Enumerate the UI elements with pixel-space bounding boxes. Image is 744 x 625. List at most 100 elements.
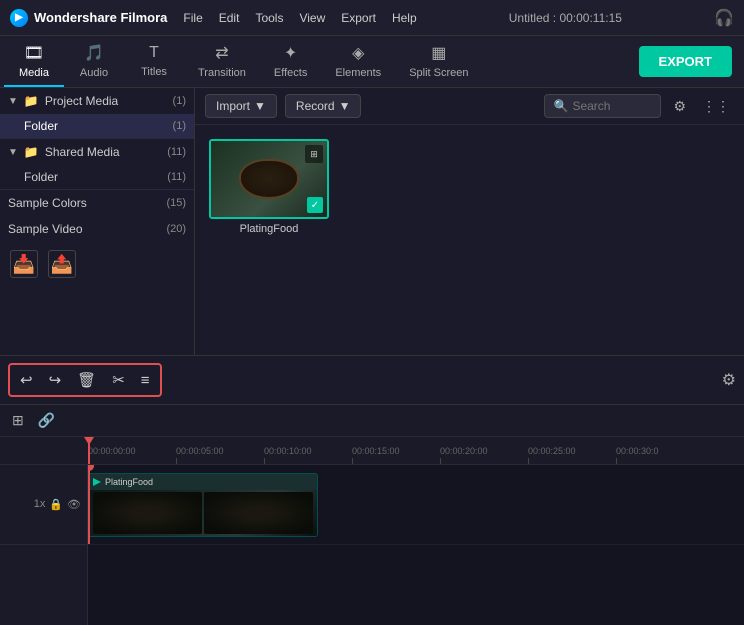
nav-tabs: 🎞 Media 🎵 Audio T Titles ⇄ Transition ✦ …: [0, 36, 744, 88]
main-content: ▼ 📁 Project Media (1) Folder (1) ▼ 📁 Sha…: [0, 88, 744, 355]
sample-colors-count: (15): [166, 197, 186, 209]
menu-tools[interactable]: Tools: [255, 11, 283, 25]
sample-video-label: Sample Video: [8, 222, 83, 236]
media-item-name: PlatingFood: [240, 223, 299, 235]
sidebar-item-sample-colors[interactable]: Sample Colors (15): [0, 190, 194, 216]
tab-media-label: Media: [19, 67, 49, 79]
playhead-indicator: [84, 437, 94, 445]
sidebar: ▼ 📁 Project Media (1) Folder (1) ▼ 📁 Sha…: [0, 88, 195, 355]
app-name: Wondershare Filmora: [34, 10, 167, 25]
app-logo-icon: ▶: [10, 9, 28, 27]
elements-icon: ◈: [352, 43, 364, 63]
menu-export[interactable]: Export: [341, 11, 376, 25]
grid-view-icon[interactable]: ⋮⋮: [698, 96, 734, 117]
tab-transition-label: Transition: [198, 67, 246, 79]
folder-icon-2: 📁: [24, 145, 39, 159]
ruler-label-2: 00:00:10:00: [264, 446, 312, 458]
record-label: Record: [296, 99, 335, 113]
track-icons: 1x 🔒 👁: [34, 498, 81, 511]
project-media-header-left: ▼ 📁 Project Media: [8, 94, 118, 108]
track-speed-label: 1x: [34, 498, 46, 511]
shared-media-header[interactable]: ▼ 📁 Shared Media (11): [0, 139, 194, 165]
headphone-icon[interactable]: 🎧: [714, 8, 734, 28]
shared-folder-label: Folder: [24, 170, 58, 184]
clip-play-icon: [93, 478, 101, 486]
tab-transition[interactable]: ⇄ Transition: [184, 37, 260, 87]
tab-titles[interactable]: T Titles: [124, 38, 184, 86]
tab-audio[interactable]: 🎵 Audio: [64, 37, 124, 87]
shared-media-count: (11): [167, 146, 186, 158]
import-folder-button[interactable]: 📥: [10, 250, 38, 278]
import-button[interactable]: Import ▼: [205, 94, 277, 118]
ruler-label-1: 00:00:05:00: [176, 446, 224, 458]
ruler-mark-2: 00:00:10:00: [264, 446, 352, 464]
search-box[interactable]: 🔍: [544, 94, 661, 118]
ruler-label-3: 00:00:15:00: [352, 446, 400, 458]
tab-effects-label: Effects: [274, 67, 307, 79]
project-media-label: Project Media: [45, 94, 118, 108]
ruler-label-4: 00:00:20:00: [440, 446, 488, 458]
toolbar-right: ⚙: [722, 370, 736, 390]
timeline-track-area: 1x 🔒 👁 PlatingFood: [0, 465, 744, 625]
record-chevron-icon: ▼: [339, 99, 351, 113]
record-button[interactable]: Record ▼: [285, 94, 362, 118]
project-media-header[interactable]: ▼ 📁 Project Media (1): [0, 88, 194, 114]
clip-header: PlatingFood: [89, 474, 317, 490]
tab-split-screen-label: Split Screen: [409, 67, 468, 79]
tracks: PlatingFood: [88, 465, 744, 625]
transition-icon: ⇄: [215, 43, 228, 63]
import-chevron-icon: ▼: [254, 99, 266, 113]
timeline-ruler: 00:00:00:00 00:00:05:00 00:00:10:00 00:0…: [0, 437, 744, 465]
menu-file[interactable]: File: [183, 11, 202, 25]
timeline-header: ⊞ 🔗: [0, 405, 744, 437]
ruler-mark-6: 00:00:30:0: [616, 446, 704, 464]
sidebar-item-sample-video[interactable]: Sample Video (20): [0, 216, 194, 242]
undo-button[interactable]: ↩: [16, 367, 37, 393]
track-row-video: PlatingFood: [88, 465, 744, 545]
cut-button[interactable]: ✂: [108, 367, 129, 393]
ruler-tick-1: [176, 458, 177, 464]
ruler-mark-5: 00:00:25:00: [528, 446, 616, 464]
video-clip-platingfood[interactable]: PlatingFood: [88, 473, 318, 537]
ruler-mark-0: 00:00:00:00: [88, 446, 176, 464]
sidebar-item-project-folder[interactable]: Folder (1): [0, 114, 194, 138]
clip-thumb-dark-left: [93, 492, 202, 533]
menu-help[interactable]: Help: [392, 11, 417, 25]
media-panel: Import ▼ Record ▼ 🔍 ⚙ ⋮⋮ ⊞ ✓: [195, 88, 744, 355]
timeline-magnet-button[interactable]: 🔗: [34, 410, 59, 431]
search-icon: 🔍: [553, 99, 568, 113]
playhead: [88, 437, 90, 464]
ruler-label-0: 00:00:00:00: [88, 446, 136, 458]
adjust-button[interactable]: ≡: [137, 368, 154, 393]
media-thumbnail: ⊞ ✓: [209, 139, 329, 219]
track-visible-icon[interactable]: 👁: [67, 498, 81, 511]
tab-effects[interactable]: ✦ Effects: [260, 37, 321, 87]
timeline-controls: ⊞ 🔗: [4, 410, 59, 431]
sample-colors-label: Sample Colors: [8, 196, 87, 210]
redo-button[interactable]: ↪: [45, 367, 66, 393]
clip-body: [89, 490, 317, 536]
tab-media[interactable]: 🎞 Media: [4, 37, 64, 87]
ruler-tick-6: [616, 458, 617, 464]
menu-edit[interactable]: Edit: [219, 11, 240, 25]
menu-view[interactable]: View: [299, 11, 325, 25]
search-input[interactable]: [572, 99, 652, 113]
split-screen-icon: ▦: [431, 43, 446, 63]
tab-elements[interactable]: ◈ Elements: [321, 37, 395, 87]
audio-icon: 🎵: [84, 43, 104, 63]
delete-button[interactable]: 🗑: [73, 367, 100, 393]
project-media-count: (1): [173, 95, 186, 107]
sidebar-item-shared-folder[interactable]: Folder (11): [0, 165, 194, 189]
tab-titles-label: Titles: [141, 66, 167, 78]
timeline-add-track-button[interactable]: ⊞: [8, 410, 28, 431]
settings-icon[interactable]: ⚙: [722, 372, 736, 389]
menu-bar: File Edit Tools View Export Help: [183, 11, 416, 25]
export-folder-button[interactable]: 📤: [48, 250, 76, 278]
filter-icon[interactable]: ⚙: [669, 96, 690, 117]
track-lock-icon[interactable]: 🔒: [49, 498, 63, 511]
tab-split-screen[interactable]: ▦ Split Screen: [395, 37, 482, 87]
ruler-tick-2: [264, 458, 265, 464]
checkmark-badge: ✓: [307, 197, 323, 213]
export-button[interactable]: EXPORT: [639, 46, 732, 77]
media-item-platingfood[interactable]: ⊞ ✓ PlatingFood: [209, 139, 329, 235]
